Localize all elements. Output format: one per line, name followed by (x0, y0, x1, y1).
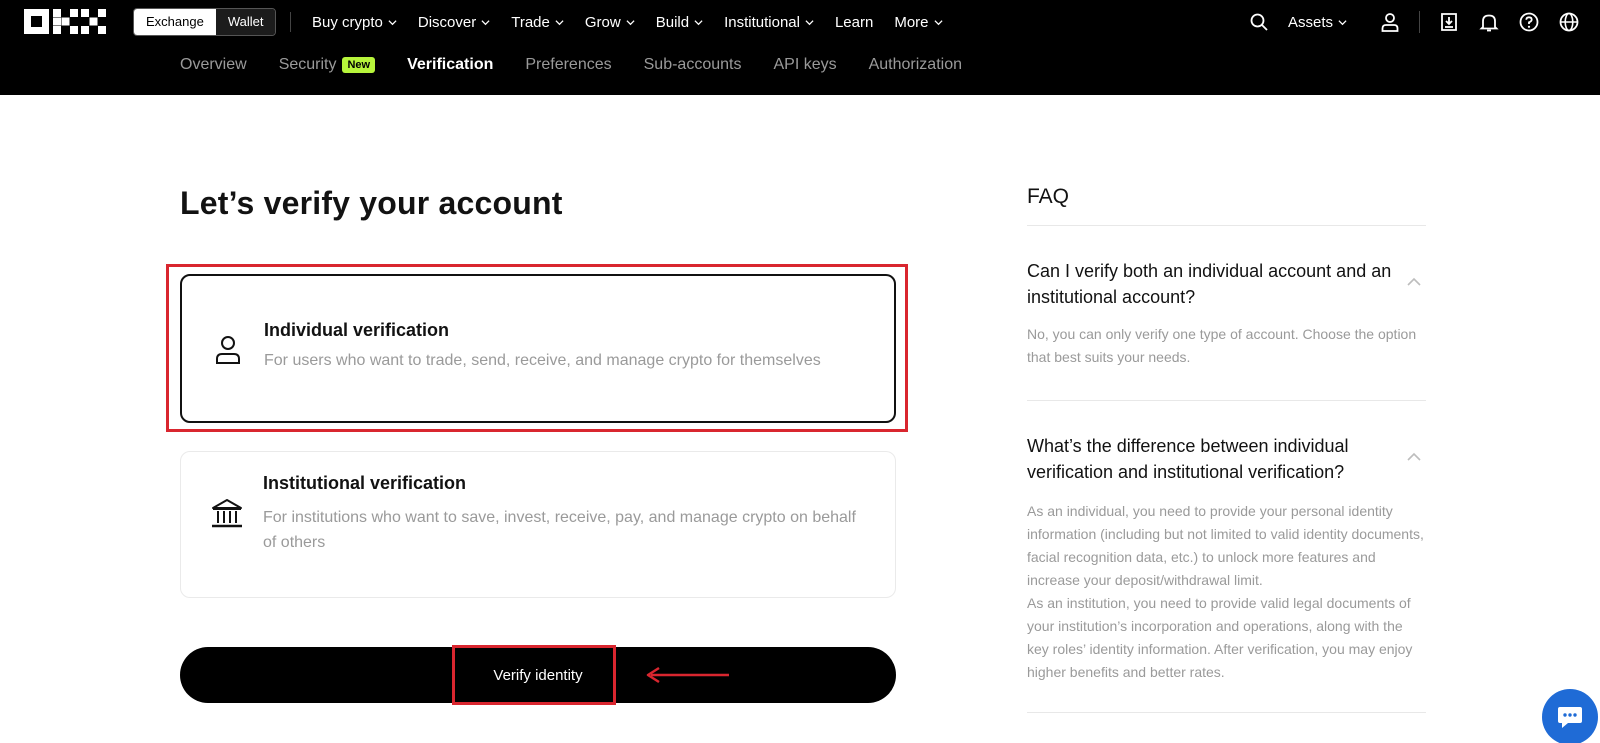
faq-title: FAQ (1027, 185, 1070, 208)
globe-icon[interactable] (1558, 11, 1580, 33)
chevron-down-icon (694, 19, 703, 25)
nav-buy-crypto[interactable]: Buy crypto (312, 14, 397, 31)
wallet-tab[interactable]: Wallet (215, 9, 276, 35)
chat-icon (1558, 707, 1582, 728)
nav-divider (290, 12, 291, 32)
option-description: For users who want to trade, send, recei… (264, 352, 821, 369)
nav-build[interactable]: Build (656, 14, 703, 31)
chevron-down-icon (1338, 19, 1347, 25)
chevron-down-icon (555, 19, 564, 25)
chat-support-button[interactable] (1542, 689, 1598, 743)
nav-label: Grow (584, 13, 621, 31)
subnav-security-label: Security (278, 56, 337, 73)
exchange-wallet-switch: Exchange Wallet (133, 8, 277, 36)
nav-more[interactable]: More (894, 13, 943, 31)
faq-divider (1027, 400, 1426, 401)
subnav-api-keys[interactable]: API keys (773, 56, 836, 74)
main-nav: Buy crypto Discover Trade Grow Build Ins… (312, 0, 943, 44)
nav-label: Learn (834, 13, 874, 31)
chevron-down-icon (805, 19, 814, 25)
option-description: For institutions who want to save, inves… (263, 509, 856, 551)
help-icon[interactable] (1518, 11, 1540, 33)
subnav-preferences[interactable]: Preferences (525, 56, 611, 74)
assets-label: Assets (1287, 13, 1333, 31)
page-title: Let’s verify your account (180, 185, 563, 221)
user-icon[interactable] (1379, 11, 1401, 33)
nav-trade[interactable]: Trade (511, 14, 564, 31)
faq-question[interactable]: Can I verify both an individual account … (1027, 258, 1397, 310)
faq-divider (1027, 712, 1426, 713)
chevron-up-icon[interactable] (1406, 451, 1422, 463)
chevron-down-icon (626, 19, 635, 25)
tools-divider (1419, 11, 1420, 33)
top-navigation-bar: Exchange Wallet Buy crypto Discover Trad… (0, 0, 1600, 95)
bank-icon (212, 499, 242, 528)
subnav-security[interactable]: Security New (278, 56, 376, 74)
faq-answer: As an individual, you need to provide yo… (1027, 503, 1424, 680)
search-icon[interactable] (1248, 11, 1270, 33)
annotation-highlight-box (452, 645, 616, 705)
account-subnav: Overview Security New Verification Prefer… (180, 56, 962, 74)
download-icon[interactable] (1438, 11, 1460, 33)
institutional-verification-option[interactable]: Institutional verification For instituti… (180, 451, 896, 598)
nav-label: Buy crypto (312, 13, 383, 31)
nav-learn[interactable]: Learn (835, 14, 873, 31)
new-badge: New (342, 57, 376, 73)
subnav-overview[interactable]: Overview (180, 56, 247, 74)
nav-label: Institutional (724, 13, 800, 31)
assets-menu[interactable]: Assets (1288, 14, 1347, 31)
subnav-verification[interactable]: Verification (407, 56, 493, 74)
faq-divider (1027, 225, 1426, 226)
nav-label: Trade (511, 13, 550, 31)
person-icon (216, 336, 240, 364)
chevron-up-icon[interactable] (1406, 276, 1422, 288)
option-title: Individual verification (264, 320, 450, 340)
exchange-tab[interactable]: Exchange (134, 9, 216, 35)
faq-answer: No, you can only verify one type of acco… (1027, 326, 1417, 365)
chevron-down-icon (388, 19, 397, 25)
option-title: Institutional verification (263, 473, 467, 493)
nav-discover[interactable]: Discover (418, 14, 490, 31)
subnav-sub-accounts[interactable]: Sub-accounts (644, 56, 742, 74)
nav-grow[interactable]: Grow (585, 14, 635, 31)
faq-question[interactable]: What’s the difference between individual… (1027, 433, 1397, 485)
subnav-authorization[interactable]: Authorization (869, 56, 962, 74)
nav-label: More (894, 13, 929, 31)
individual-verification-option[interactable]: Individual verification For users who wa… (180, 274, 896, 423)
bell-icon[interactable] (1478, 11, 1500, 33)
okx-logo[interactable] (24, 9, 106, 34)
chevron-down-icon (481, 19, 490, 25)
nav-institutional[interactable]: Institutional (724, 14, 814, 31)
nav-label: Discover (417, 13, 477, 31)
header-tools: Assets (1248, 0, 1580, 44)
chevron-down-icon (933, 19, 943, 25)
annotation-arrow-icon (646, 666, 729, 684)
nav-label: Build (655, 13, 690, 31)
